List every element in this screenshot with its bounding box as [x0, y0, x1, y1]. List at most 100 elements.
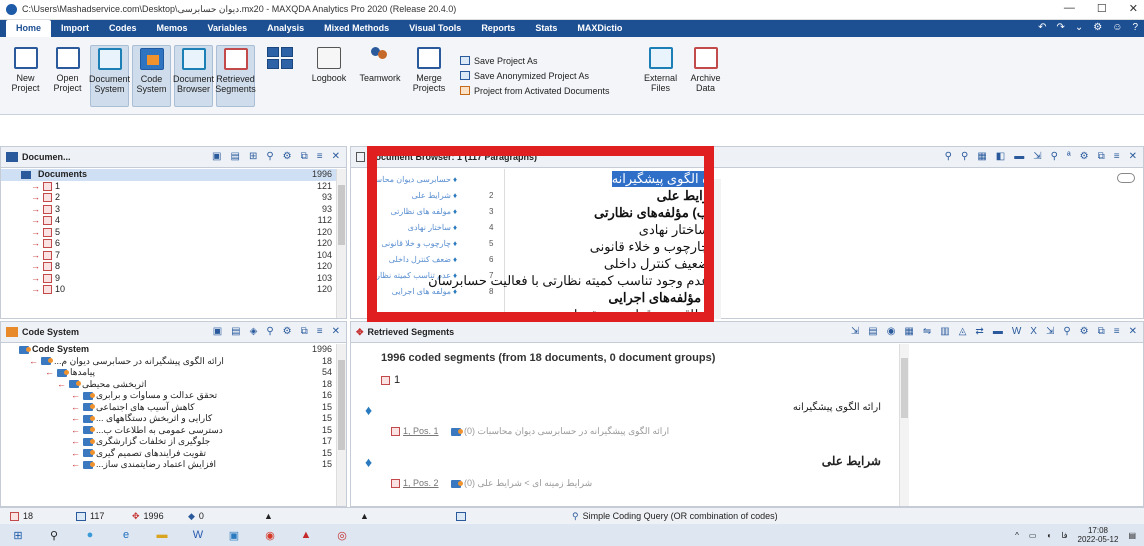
close-button[interactable]: ✕	[1129, 2, 1138, 15]
tab-memos[interactable]: Memos	[147, 20, 198, 37]
code-row[interactable]: پیامدها ← 54	[1, 367, 336, 379]
panel-icon[interactable]: ◧	[996, 151, 1005, 162]
code-edit-icon[interactable]: ▤	[231, 326, 240, 337]
document-row[interactable]: → 1 121	[1, 181, 336, 193]
print-icon[interactable]: ▬	[1014, 151, 1024, 162]
code-row[interactable]: کاهش آسیب های اجتماعی ← 15	[1, 402, 336, 414]
document-row[interactable]: → 8 120	[1, 261, 336, 273]
code-stripe[interactable]: حسابرسی دیوان محاسبات♦	[371, 175, 505, 191]
save-project-as-button[interactable]: Save Project As	[460, 55, 610, 67]
code-row[interactable]: جلوگیری از تخلفات گزارشگری ← 17	[1, 436, 336, 448]
find-icon[interactable]: ⚲	[1051, 151, 1058, 162]
network-icon[interactable]: ▭	[1029, 531, 1037, 540]
document-system-button[interactable]: Document System	[89, 44, 130, 107]
menu-icon[interactable]: ≡	[317, 151, 323, 162]
code-row[interactable]: تحقق عدالت و مساوات و برابری ← 16	[1, 390, 336, 402]
document-row[interactable]: → 6 120	[1, 238, 336, 250]
tab-visual-tools[interactable]: Visual Tools	[399, 20, 471, 37]
doc-icon[interactable]: ▤	[868, 326, 877, 337]
code-row[interactable]: افزایش اعتماد رضایتمندی ساز... ← 15	[1, 459, 336, 471]
gear-icon[interactable]: ⚙	[283, 326, 292, 337]
gear-icon[interactable]: ⚙	[1080, 151, 1089, 162]
undock-icon[interactable]: ⧉	[301, 151, 308, 162]
tab-import[interactable]: Import	[51, 20, 99, 37]
chrome-icon[interactable]: ◉	[260, 527, 280, 543]
segment-position-link[interactable]: 1, Pos. 1	[403, 426, 439, 436]
document-row[interactable]: → 2 93	[1, 192, 336, 204]
filter-icon[interactable]: ▥	[940, 326, 949, 337]
word-icon[interactable]: W	[1012, 326, 1021, 337]
document-paragraph[interactable]: ) مؤلفه‌های اجرایی	[608, 290, 709, 306]
redo-icon[interactable]: ↷	[1056, 22, 1064, 33]
photos-icon[interactable]: ▣	[224, 527, 244, 543]
document-paragraph[interactable]: چارچوب و خلاء قانونی	[590, 239, 709, 255]
tab-mixed-methods[interactable]: Mixed Methods	[314, 20, 399, 37]
print-preview-icon[interactable]: ⇲	[1033, 151, 1041, 162]
code-stripe[interactable]: ضعف کنترل داخلی ♦ 6	[371, 255, 505, 271]
close-icon[interactable]: ✕	[332, 326, 340, 337]
code-stripe[interactable]: شرایط علی ♦ 2	[371, 191, 505, 207]
volume-icon[interactable]: ◖	[1046, 531, 1051, 540]
tab-codes[interactable]: Codes	[99, 20, 147, 37]
spellcheck-icon[interactable]: ª	[1067, 151, 1071, 162]
code-stripe[interactable]: چارچوب و خلا قانونی ♦ 5	[371, 239, 505, 255]
new-project-button[interactable]: New Project	[6, 45, 45, 107]
maximize-button[interactable]: ☐	[1097, 2, 1107, 15]
tab-analysis[interactable]: Analysis	[257, 20, 314, 37]
new-doc-icon[interactable]: ▤	[230, 151, 239, 162]
merge-projects-button[interactable]: Merge Projects	[407, 45, 451, 107]
document-paragraph[interactable]: ب) مؤلفه‌های نظارتی	[594, 205, 709, 221]
html-icon[interactable]: ⇲	[1046, 326, 1054, 337]
tray-chevron-icon[interactable]: ^	[1015, 531, 1019, 540]
segment-position-link[interactable]: 1, Pos. 2	[403, 478, 439, 488]
search-icon[interactable]: ⚲	[266, 326, 273, 337]
save-anonymized-button[interactable]: Save Anonymized Project As	[460, 70, 610, 82]
gear-icon[interactable]: ⚙	[283, 151, 292, 162]
document-paragraph[interactable]: ه الگوی پیشگیرانه	[611, 171, 709, 187]
close-icon[interactable]: ✕	[1129, 326, 1137, 337]
help-icon[interactable]: ?	[1132, 22, 1138, 33]
close-icon[interactable]: ✕	[1129, 151, 1137, 162]
browser-icon[interactable]: ●	[80, 527, 100, 543]
teamwork-button[interactable]: Teamwork	[356, 45, 404, 107]
memo-icon[interactable]: ◉	[887, 326, 896, 337]
edge-icon[interactable]: e	[116, 527, 136, 543]
gear-icon[interactable]: ⚙	[1093, 22, 1102, 33]
code-system-button[interactable]: Code System	[132, 44, 171, 107]
document-row[interactable]: → 10 120	[1, 284, 336, 296]
retrieved-segment[interactable]: ♦ ارائه الگوی پیشگیرانه 1, Pos. 1 ارائه الگ…	[351, 396, 891, 446]
menu-icon[interactable]: ≡	[1114, 326, 1120, 337]
segment-source[interactable]: 1, Pos. 1	[391, 426, 439, 436]
export-icon[interactable]: ⇲	[851, 326, 859, 337]
close-icon[interactable]: ✕	[332, 151, 340, 162]
archive-data-button[interactable]: Archive Data	[685, 45, 727, 107]
document-scrollbar[interactable]	[711, 179, 721, 319]
project-from-activated-button[interactable]: Project from Activated Documents	[460, 85, 610, 97]
code-stripe[interactable]: ساختار نهادی ♦ 4	[371, 223, 505, 239]
tab-reports[interactable]: Reports	[471, 20, 525, 37]
pdf-icon[interactable]: ▲	[296, 527, 316, 543]
code-row[interactable]: کارایی و اثربخش دستگاههای ... ← 15	[1, 413, 336, 425]
document-row[interactable]: → 3 93	[1, 204, 336, 216]
document-row[interactable]: → 5 120	[1, 227, 336, 239]
print-icon[interactable]: ▬	[993, 326, 1003, 337]
search-icon[interactable]: ⚲	[1063, 326, 1070, 337]
undo-icon[interactable]: ↶	[1038, 22, 1046, 33]
minimize-button[interactable]: —	[1064, 2, 1075, 15]
search-plus-icon[interactable]: ⚲	[961, 151, 968, 162]
search-icon[interactable]: ⚲	[44, 527, 64, 543]
document-row[interactable]: → 7 104	[1, 250, 336, 262]
logbook-button[interactable]: Logbook	[305, 45, 353, 107]
retrieved-segment[interactable]: ♦ شرایط علی 1, Pos. 2 شرایط زمینه ای > شرای…	[351, 448, 891, 498]
external-files-button[interactable]: External Files	[640, 45, 682, 107]
open-project-button[interactable]: Open Project	[48, 45, 87, 107]
document-paragraph[interactable]: ضعیف کنترل داخلی	[604, 256, 709, 272]
clock[interactable]: 17:08 2022-05-12	[1078, 526, 1119, 544]
document-row[interactable]: → 9 103	[1, 273, 336, 285]
word-icon[interactable]: W	[188, 527, 208, 543]
code-tree-icon[interactable]: ⇋	[923, 326, 931, 337]
document-paragraph[interactable]: رایط علی	[657, 188, 709, 204]
table-icon[interactable]: ▦	[904, 326, 913, 337]
stats-icon[interactable]: ◬	[959, 326, 967, 337]
tab-variables[interactable]: Variables	[198, 20, 258, 37]
